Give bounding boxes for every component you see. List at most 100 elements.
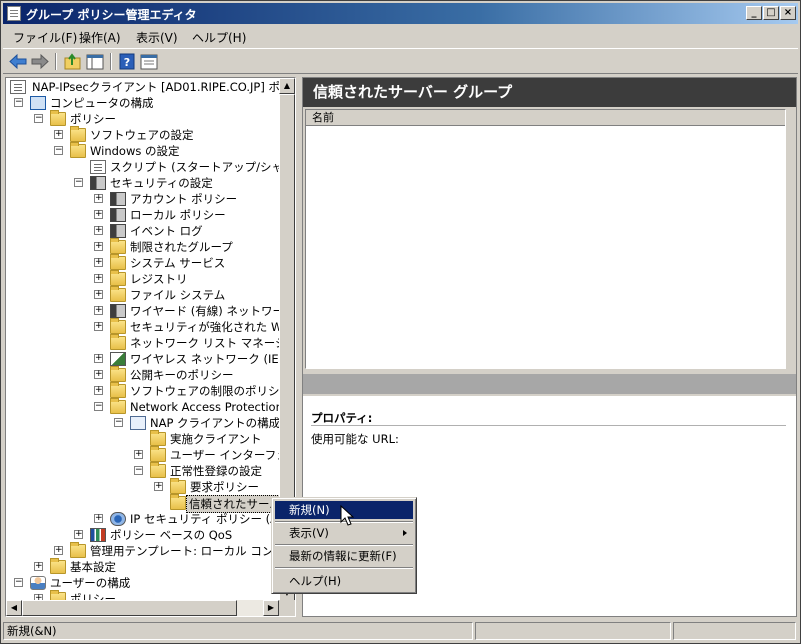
scroll-thumb[interactable] [22,600,237,616]
folder-open-icon [170,494,186,510]
help-icon[interactable]: ? [117,52,137,71]
security-settings-icon [90,176,106,190]
menu-separator [275,567,413,569]
folder-icon [110,382,126,398]
properties-icon[interactable] [139,52,159,71]
expand-icon[interactable]: + [94,194,103,203]
folder-icon [50,558,66,574]
collapse-icon[interactable]: − [74,178,83,187]
menu-help-item[interactable]: ヘルプ(H) [275,572,413,590]
properties-title: プロパティ: [311,411,373,425]
folder-icon [70,142,86,158]
scroll-left-icon[interactable]: ◀ [6,600,22,616]
app-window: グループ ポリシー管理エディタ _ □ × ファイル(F) 操作(A) 表示(V… [0,0,801,644]
expand-icon[interactable]: + [94,290,103,299]
folder-icon [110,366,126,382]
collapse-icon[interactable]: − [14,98,23,107]
folder-icon [110,238,126,254]
show-hide-tree-icon[interactable] [85,52,105,71]
expand-icon[interactable]: + [94,242,103,251]
expand-icon[interactable]: + [54,546,63,555]
gpo-document-icon [10,80,26,94]
expand-icon[interactable]: + [94,210,103,219]
expand-icon[interactable]: + [94,274,103,283]
menu-action[interactable]: 操作(A) [79,29,121,46]
menu-view-label: 表示(V) [289,526,329,540]
user-icon [30,576,46,590]
ip-security-icon [110,512,126,526]
folder-icon [150,446,166,462]
status-text: 新規(&N) [3,622,473,640]
folder-icon [50,110,66,126]
tree-pane[interactable]: NAP-IPsecクライアント [AD01.RIPE.CO.JP] ポリシー −… [5,77,296,617]
folder-icon [110,334,126,350]
expand-icon[interactable]: + [94,306,103,315]
scroll-corner [279,600,295,616]
minimize-button[interactable]: _ [746,6,762,20]
submenu-arrow-icon [403,530,407,536]
status-bar: 新規(&N) [3,621,798,641]
maximize-button[interactable]: □ [763,6,779,20]
script-icon [90,160,106,174]
collapse-icon[interactable]: − [134,466,143,475]
folder-icon [110,286,126,302]
policy-icon [110,224,126,238]
folder-icon [70,542,86,558]
details-header: 信頼されたサーバー グループ [303,78,796,107]
expand-icon[interactable]: + [34,562,43,571]
computer-icon [30,96,46,110]
title-bar[interactable]: グループ ポリシー管理エディタ _ □ × [3,3,798,24]
expand-icon[interactable]: + [54,130,63,139]
network-icon [110,304,126,318]
collapse-icon[interactable]: − [54,146,63,155]
expand-icon[interactable]: + [134,450,143,459]
scroll-up-icon[interactable]: ▲ [279,78,295,94]
nap-config-icon [130,416,146,430]
status-panel-2 [475,622,671,640]
expand-icon[interactable]: + [154,482,163,491]
toolbar-separator [110,53,112,70]
toolbar-separator [55,53,57,70]
menu-view[interactable]: 表示(V) [136,29,178,46]
scroll-right-icon[interactable]: ▶ [263,600,279,616]
expand-icon[interactable]: + [94,514,103,523]
menu-help[interactable]: ヘルプ(H) [192,29,246,46]
folder-icon [170,478,186,494]
wireless-icon [110,352,126,366]
forward-arrow-icon[interactable] [30,52,50,71]
collapse-icon[interactable]: − [14,578,23,587]
column-header-name[interactable]: 名前 [306,110,785,126]
properties-separator [311,425,786,426]
expand-icon[interactable]: + [94,354,103,363]
collapse-icon[interactable]: − [34,114,43,123]
close-button[interactable]: × [780,6,796,20]
expand-icon[interactable]: + [94,226,103,235]
folder-icon [70,126,86,142]
policy-icon [110,208,126,222]
pane-divider [303,374,796,394]
policy-icon [110,192,126,206]
expand-icon[interactable]: + [94,386,103,395]
window-title: グループ ポリシー管理エディタ [26,8,197,22]
folder-icon [110,318,126,334]
app-icon [7,6,21,21]
expand-icon[interactable]: + [74,530,83,539]
details-list[interactable]: 名前 [305,109,786,369]
toolbar: ? [3,48,798,74]
expand-icon[interactable]: + [94,322,103,331]
folder-icon [110,254,126,270]
menu-refresh[interactable]: 最新の情報に更新(F) [275,547,413,565]
folder-icon [150,430,166,446]
menu-bar: ファイル(F) 操作(A) 表示(V) ヘルプ(H) [3,25,798,47]
expand-icon[interactable]: + [94,370,103,379]
folder-icon [110,398,126,414]
folder-icon [110,270,126,286]
up-folder-icon[interactable] [63,52,83,71]
menu-file[interactable]: ファイル(F) [13,29,77,46]
collapse-icon[interactable]: − [94,402,103,411]
expand-icon[interactable]: + [94,258,103,267]
collapse-icon[interactable]: − [114,418,123,427]
back-arrow-icon[interactable] [8,52,28,71]
available-url-label: 使用可能な URL: [311,432,399,446]
tree-horizontal-scrollbar[interactable]: ◀ ▶ [6,600,279,616]
